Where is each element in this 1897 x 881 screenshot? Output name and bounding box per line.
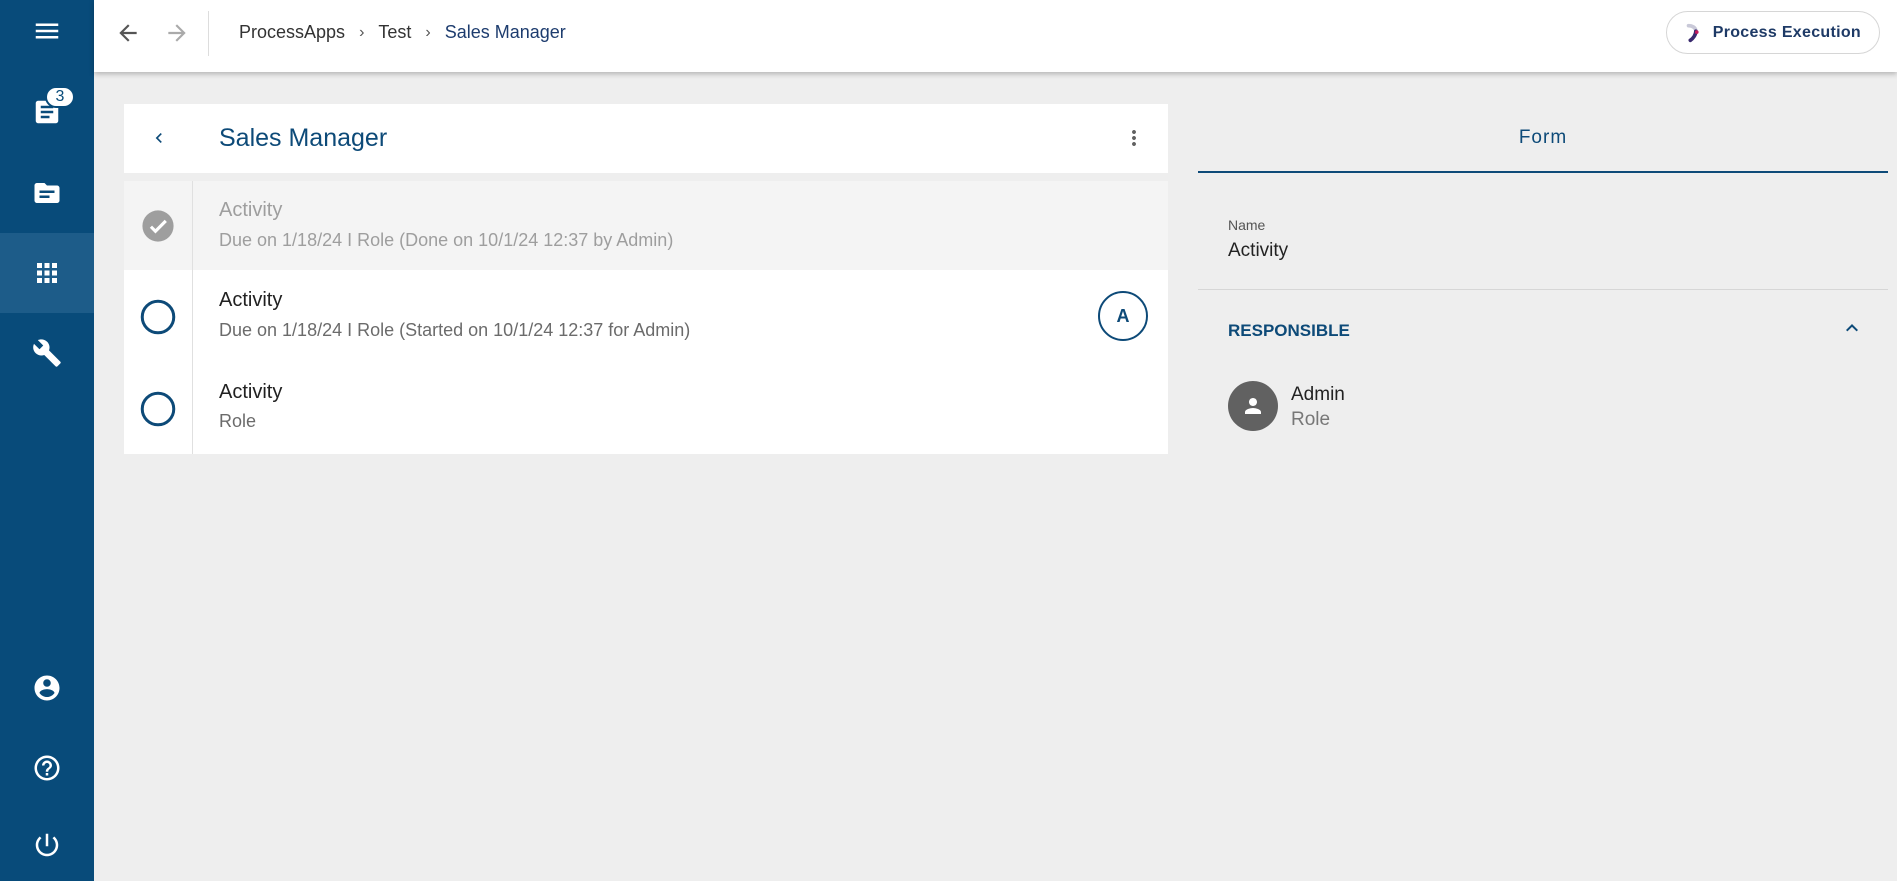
process-execution-button[interactable]: Process Execution	[1665, 11, 1880, 54]
menu-button[interactable]	[0, 0, 94, 62]
tools-button[interactable]	[0, 313, 94, 393]
chevron-right-icon: ›	[359, 23, 365, 41]
chevron-up-icon[interactable]	[1840, 316, 1864, 340]
activity-list: Activity Due on 1/18/24 I Role (Done on …	[124, 181, 1168, 454]
responsible-section-title: RESPONSIBLE	[1228, 321, 1350, 340]
more-vert-icon	[1132, 130, 1136, 146]
activity-title: Activity	[219, 381, 283, 403]
forward-nav-button[interactable]	[159, 15, 195, 51]
apps-button[interactable]	[0, 233, 94, 313]
sidebar: 3	[0, 0, 94, 881]
process-execution-label: Process Execution	[1712, 23, 1861, 41]
account-icon	[34, 675, 60, 701]
arrow-left-icon	[119, 24, 137, 42]
activity-subtitle: Due on 1/18/24 I Role (Done on 10/1/24 1…	[219, 230, 674, 250]
page-title: Sales Manager	[219, 124, 388, 152]
tab-form[interactable]: Form	[1198, 104, 1888, 173]
activity-subtitle: Due on 1/18/24 I Role (Started on 10/1/2…	[219, 320, 691, 340]
card-back-button[interactable]	[144, 123, 174, 153]
help-button[interactable]	[0, 728, 94, 808]
status-cell	[124, 270, 193, 363]
responsible-name: Admin	[1291, 384, 1345, 405]
status-cell	[124, 363, 193, 454]
back-nav-button[interactable]	[110, 15, 146, 51]
activity-title: Activity	[219, 199, 283, 221]
chevron-left-icon	[155, 133, 162, 143]
documents-button[interactable]	[0, 153, 94, 233]
status-cell	[124, 181, 193, 270]
process-card-header: Sales Manager	[124, 104, 1168, 173]
divider	[1198, 289, 1888, 290]
breadcrumb-item-processapps[interactable]: ProcessApps	[239, 22, 345, 43]
wrench-icon	[33, 339, 61, 367]
account-button[interactable]	[0, 648, 94, 728]
menu-icon	[35, 23, 59, 39]
arrow-right-icon	[168, 24, 186, 42]
breadcrumb-item-test[interactable]: Test	[378, 22, 411, 43]
breadcrumb: ProcessApps › Test › Sales Manager	[239, 22, 566, 43]
list-item[interactable]: Activity Due on 1/18/24 I Role (Done on …	[124, 181, 1168, 270]
chevron-right-icon: ›	[425, 23, 431, 41]
name-field-value: Activity	[1228, 240, 1289, 261]
list-item[interactable]: Activity Role	[124, 363, 1168, 454]
apps-grid-icon	[37, 263, 57, 283]
activity-title: Activity	[219, 289, 283, 311]
name-field-label: Name	[1228, 217, 1266, 233]
list-item[interactable]: Activity Due on 1/18/24 I Role (Started …	[124, 270, 1168, 363]
notification-badge: 3	[45, 86, 75, 108]
breadcrumb-item-current: Sales Manager	[444, 22, 566, 42]
topbar-divider	[208, 11, 209, 56]
check-circle-icon[interactable]	[141, 209, 175, 243]
topbar: ProcessApps › Test › Sales Manager Proce…	[94, 0, 1897, 72]
folder-icon	[34, 183, 60, 203]
avatar	[1228, 381, 1278, 431]
activity-subtitle: Role	[219, 411, 257, 431]
responsible-role: Role	[1291, 409, 1331, 430]
help-icon	[34, 755, 60, 781]
assignee-avatar[interactable]: A	[1098, 291, 1148, 341]
logout-button[interactable]	[0, 808, 94, 881]
tasks-button[interactable]	[0, 72, 94, 152]
person-icon	[1245, 398, 1261, 414]
radio-unchecked-icon[interactable]	[140, 391, 176, 427]
process-logo-icon	[1686, 23, 1699, 42]
more-options-button[interactable]	[1118, 122, 1150, 154]
power-icon	[35, 833, 59, 856]
radio-unchecked-icon[interactable]	[140, 299, 176, 335]
